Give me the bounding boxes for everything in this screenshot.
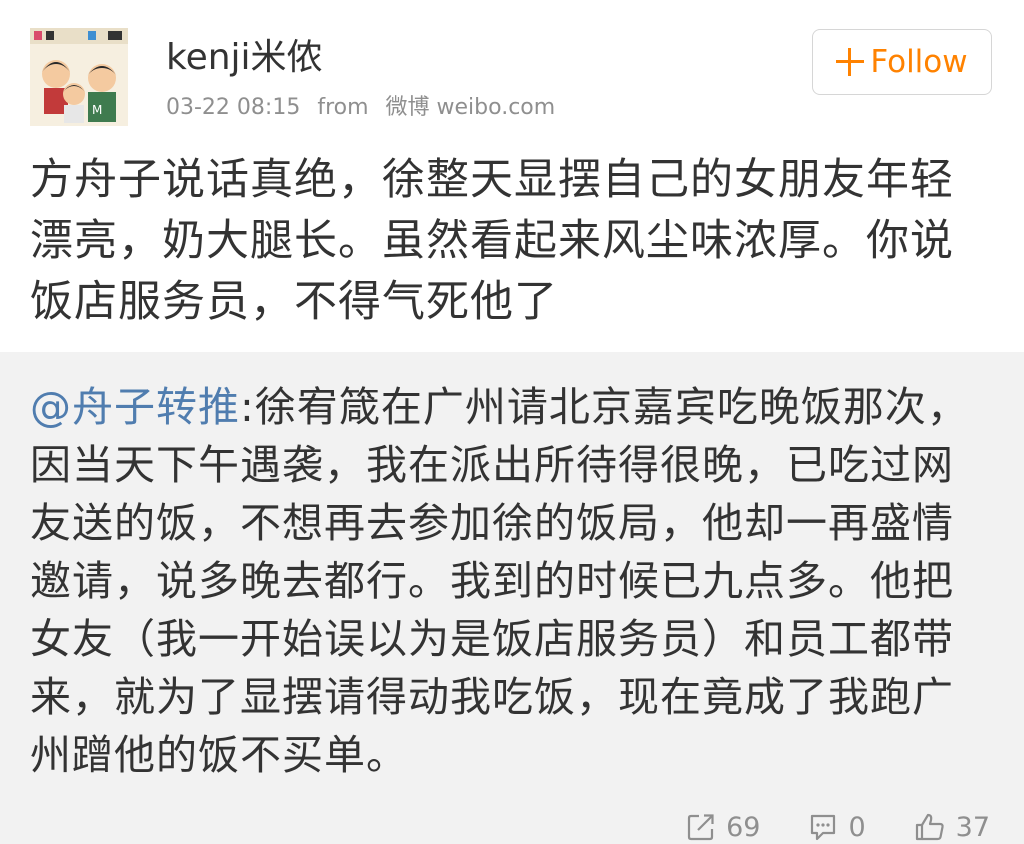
retweet-text: 徐宥箴在广州请北京嘉宾吃晚饭那次，因当天下午遇袭，我在派出所待得很晚，已吃过网友… [30,383,969,779]
thumbs-up-icon [915,813,944,841]
post-header: M kenji米侬 03-22 08:15 from 微博 weibo.com … [0,0,1024,140]
like-button[interactable]: 37 [914,812,990,843]
retweet-card[interactable]: @舟子转推:徐宥箴在广州请北京嘉宾吃晚饭那次，因当天下午遇袭，我在派出所待得很晚… [0,352,1024,844]
like-count: 37 [955,811,990,843]
cartoon-avatar-icon: M [30,28,128,126]
post-text: 方舟子说话真绝，徐整天显摆自己的女朋友年轻漂亮，奶大腿长。虽然看起来风尘味浓厚。… [30,155,954,327]
post-meta: 03-22 08:15 from 微博 weibo.com [166,94,555,122]
repost-button[interactable]: 69 [686,812,760,843]
svg-text:M: M [92,103,102,117]
follow-label: Follow [870,44,968,80]
comment-icon [811,814,836,841]
repost-count: 69 [726,811,761,843]
post-timestamp: 03-22 08:15 [166,95,301,120]
comment-count: 0 [848,811,866,843]
comment-button[interactable]: 0 [808,811,866,843]
retweet-separator: : [240,383,255,431]
retweet-body: @舟子转推:徐宥箴在广州请北京嘉宾吃晚饭那次，因当天下午遇袭，我在派出所待得很晚… [30,378,994,784]
from-label: from [317,95,369,120]
plus-icon [836,48,865,76]
repost-icon [687,814,714,841]
user-avatar[interactable]: M [30,28,128,126]
retweet-author-link[interactable]: @舟子转推 [30,383,240,431]
post-source[interactable]: 微博 weibo.com [386,95,556,120]
retweet-action-bar: 69 0 37 [638,809,990,844]
follow-button[interactable]: Follow [812,29,992,95]
username[interactable]: kenji米侬 [166,36,323,80]
weibo-post: M kenji米侬 03-22 08:15 from 微博 weibo.com … [0,0,1024,844]
